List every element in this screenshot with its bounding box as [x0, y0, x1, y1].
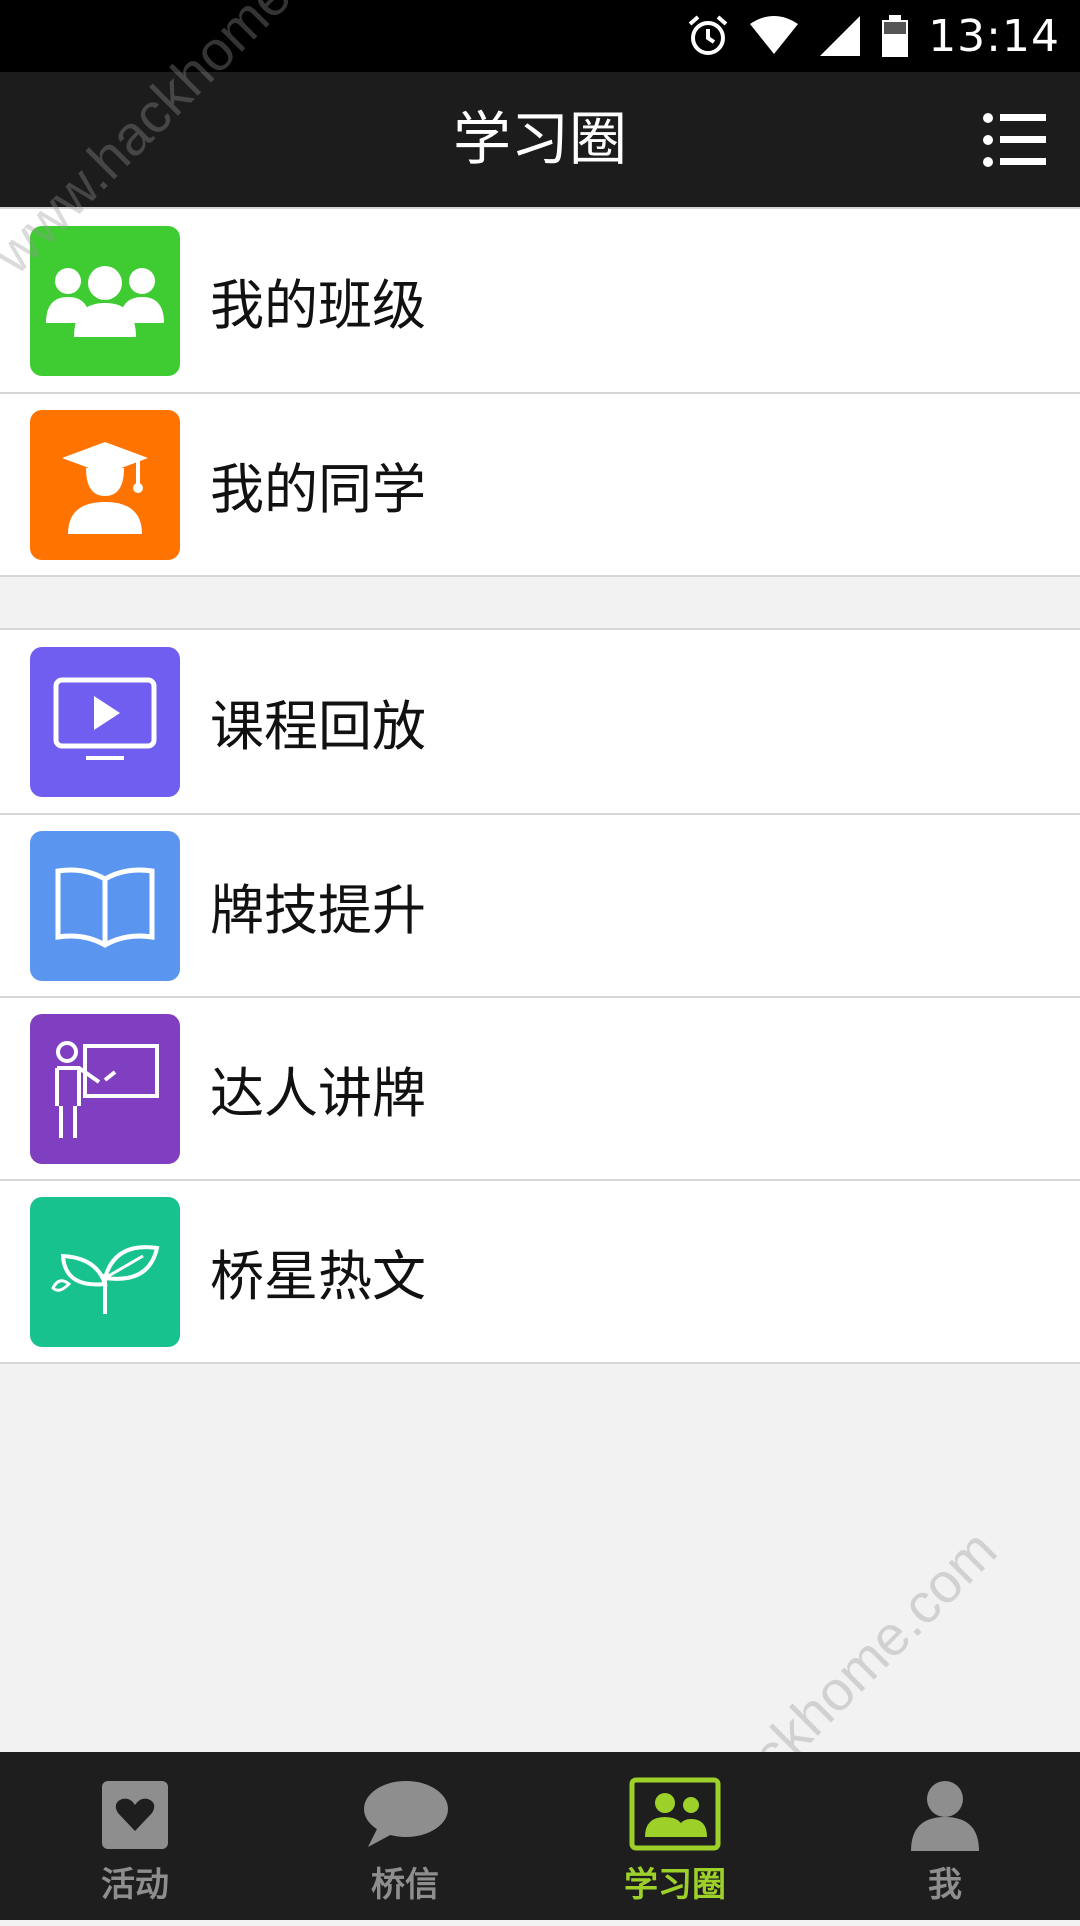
- list-group-classmates: 我的班级 我的同学: [0, 207, 1080, 577]
- page-title: 学习圈: [452, 105, 627, 173]
- person-icon: [911, 1781, 979, 1851]
- leaf-sprout-icon: [51, 1244, 160, 1314]
- signal-icon: [820, 16, 861, 56]
- list-item-course-replay[interactable]: 课程回放: [0, 630, 1080, 813]
- title-bar: 学习圈: [0, 72, 1080, 207]
- list-item-label: 课程回放: [210, 695, 426, 758]
- list-item-my-class[interactable]: 我的班级: [0, 209, 1080, 392]
- tab-label: 学习圈: [624, 1865, 726, 1905]
- tab-activity[interactable]: 活动: [0, 1752, 270, 1920]
- battery-icon: [882, 15, 909, 57]
- study-circle-icon: [629, 1777, 721, 1851]
- status-icons: 13:14: [686, 0, 1060, 72]
- list-item-label: 桥星热文: [210, 1245, 426, 1308]
- list-item-label: 我的同学: [210, 458, 426, 521]
- graduate-icon: [62, 441, 148, 534]
- list-item-expert-talk[interactable]: 达人讲牌: [0, 996, 1080, 1179]
- list-item-label: 我的班级: [210, 274, 426, 337]
- wifi-icon: [750, 16, 799, 54]
- heart-card-icon: [102, 1781, 168, 1849]
- tab-label: 桥信: [371, 1865, 439, 1905]
- teacher-board-icon: [55, 1040, 159, 1138]
- tab-study-circle[interactable]: 学习圈: [540, 1752, 810, 1920]
- tab-label: 活动: [101, 1865, 169, 1905]
- tab-me[interactable]: 我: [810, 1752, 1080, 1920]
- tab-messages[interactable]: 桥信: [270, 1752, 540, 1920]
- hot-articles-tile: [30, 1196, 180, 1347]
- tab-label: 我: [928, 1865, 962, 1905]
- list-item-my-classmates[interactable]: 我的同学: [0, 392, 1080, 575]
- alarm-icon: [688, 15, 728, 55]
- list-item-label: 达人讲牌: [210, 1062, 426, 1125]
- list-item-label: 牌技提升: [210, 879, 426, 942]
- skill-upgrade-tile: [30, 830, 180, 981]
- open-book-icon: [55, 867, 155, 948]
- list-item-hot-articles[interactable]: 桥星热文: [0, 1179, 1080, 1362]
- expert-talk-tile: [30, 1013, 180, 1164]
- my-class-tile: [30, 225, 180, 376]
- course-replay-tile: [30, 646, 180, 797]
- bottom-tab-bar: 活动 桥信 学习圈 我: [0, 1752, 1080, 1920]
- list-menu-icon: [983, 113, 1046, 167]
- menu-button[interactable]: [980, 110, 1050, 170]
- play-screen-icon: [53, 677, 157, 760]
- list-item-skill-upgrade[interactable]: 牌技提升: [0, 813, 1080, 996]
- my-classmates-tile: [30, 409, 180, 560]
- list-group-learning: 课程回放 牌技提升 达人讲牌 桥星热文: [0, 628, 1080, 1364]
- chat-bubble-icon: [364, 1781, 448, 1847]
- group-users-icon: [46, 265, 164, 337]
- status-time: 13:14: [928, 10, 1060, 62]
- status-bar: 13:14: [0, 0, 1080, 72]
